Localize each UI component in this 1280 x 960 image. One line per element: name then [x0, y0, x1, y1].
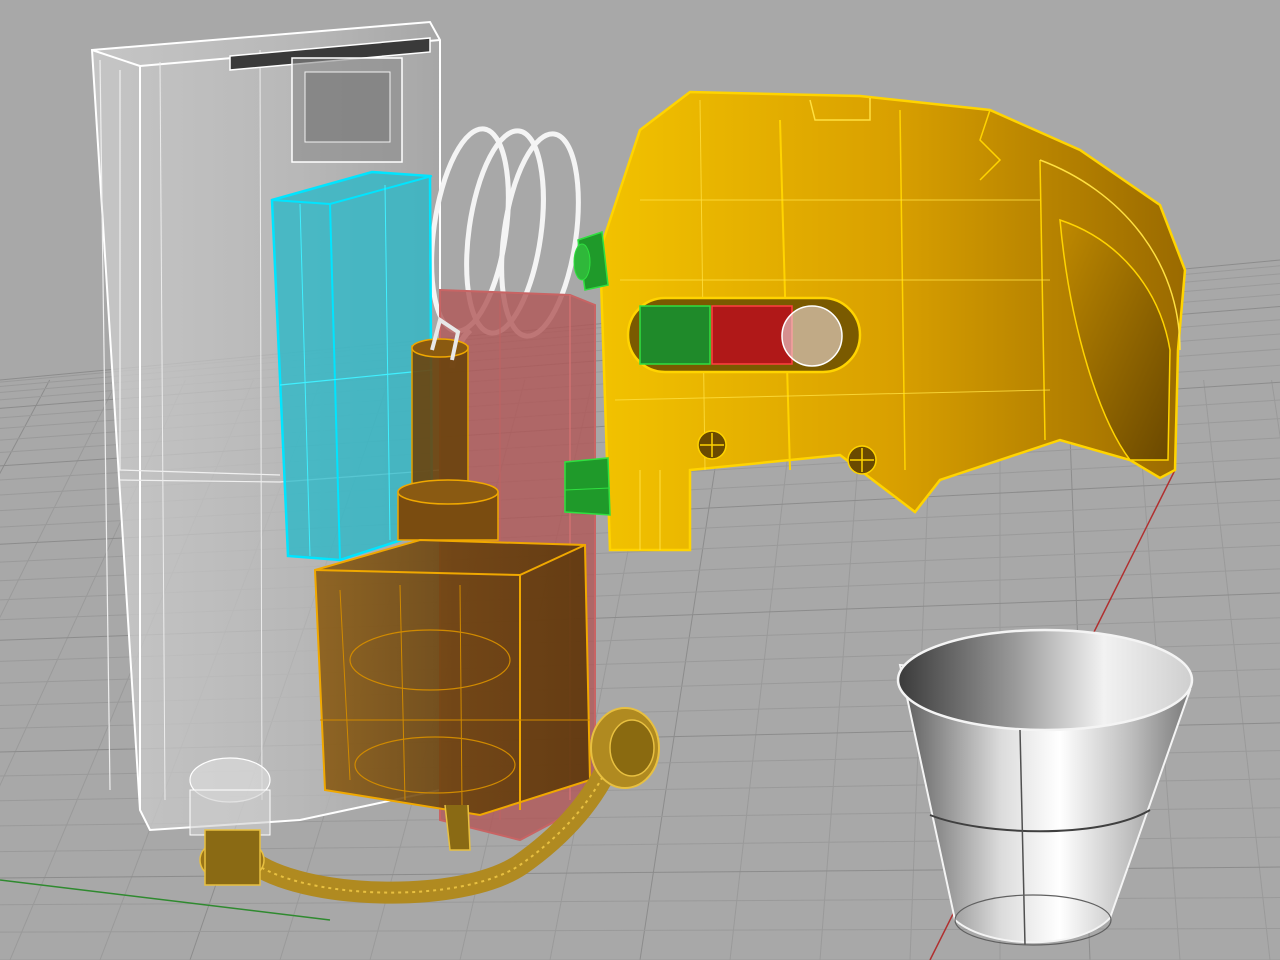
grid-line — [0, 379, 51, 475]
brew-head-housing[interactable] — [598, 90, 1187, 552]
grid-line — [0, 379, 118, 619]
grid-line — [1271, 379, 1280, 439]
3d-viewport[interactable] — [0, 0, 1280, 960]
drip-cup[interactable] — [896, 628, 1194, 946]
scene-canvas[interactable] — [0, 0, 1280, 960]
